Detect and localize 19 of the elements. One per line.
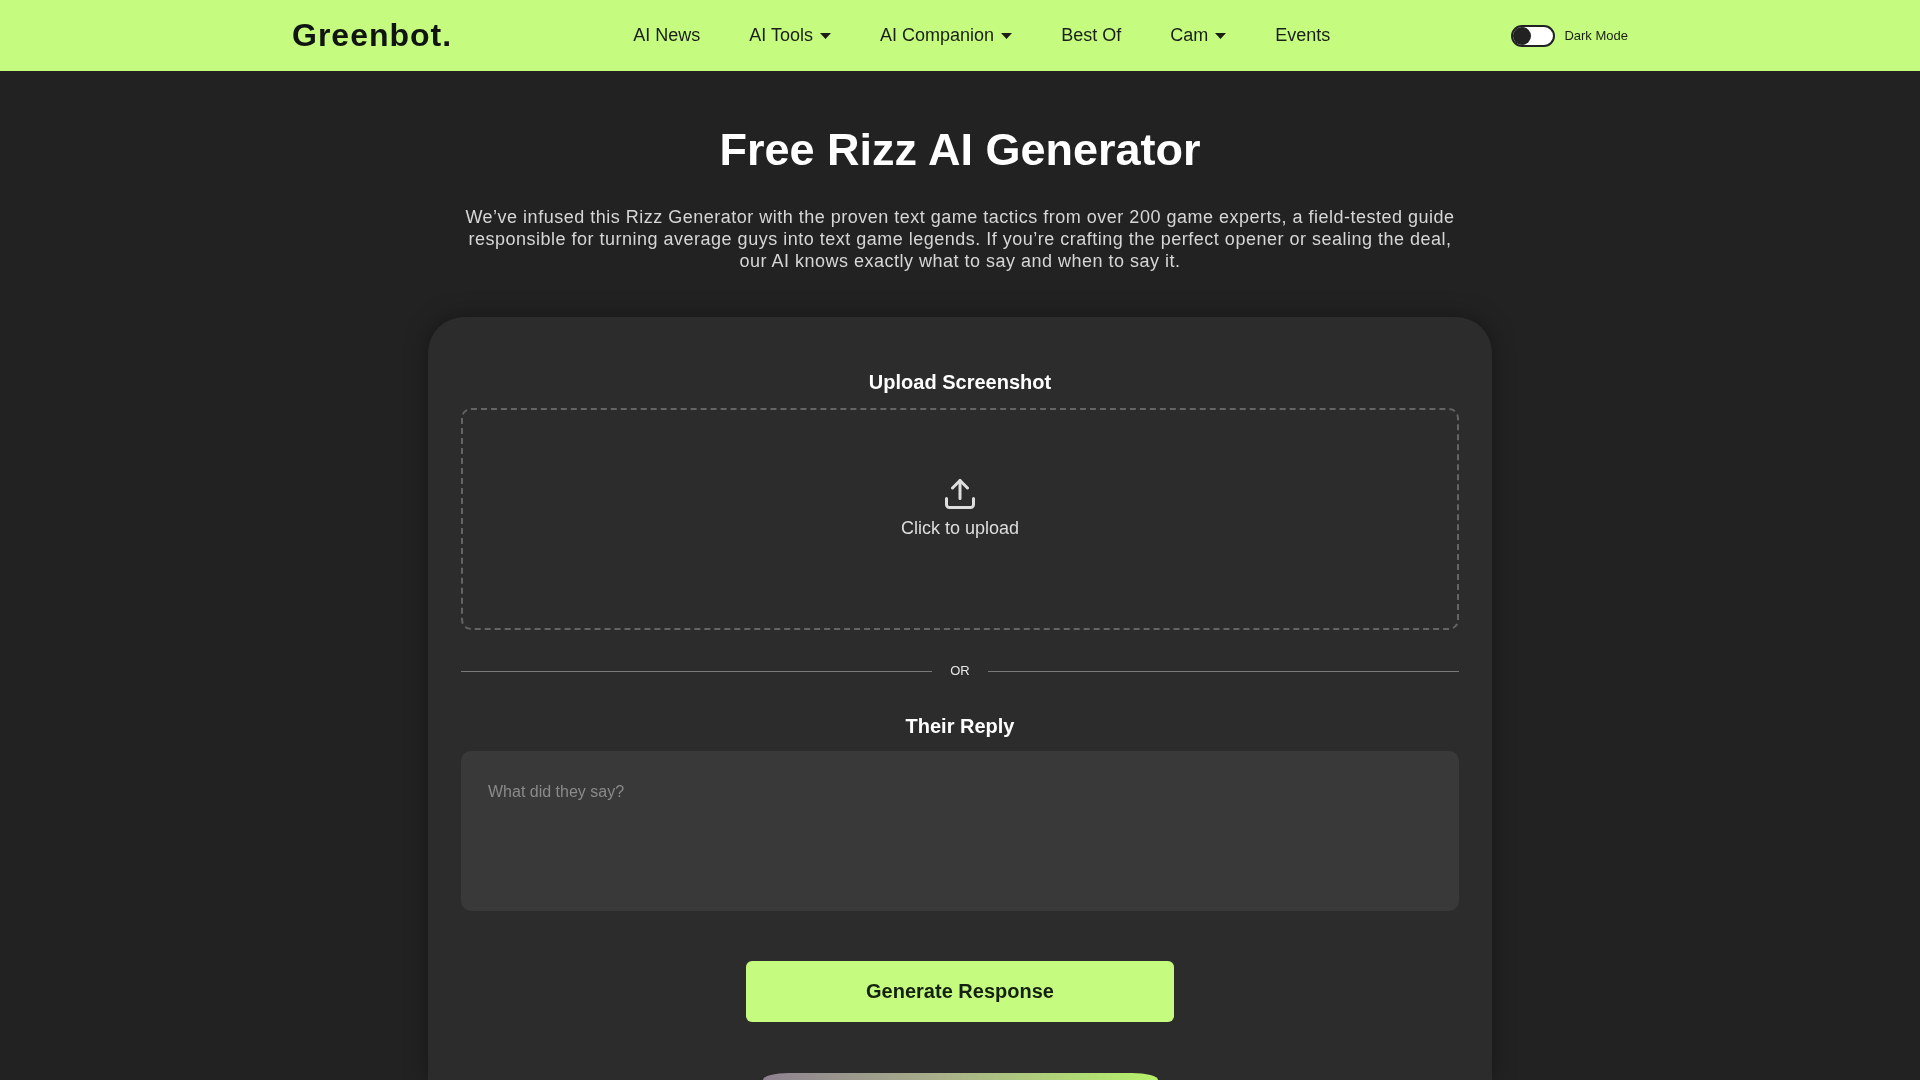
gradient-button[interactable] xyxy=(762,1073,1158,1080)
upload-heading: Upload Screenshot xyxy=(868,370,1052,394)
site-logo[interactable]: Greenbot. xyxy=(292,17,453,54)
divider-label: OR xyxy=(950,663,970,679)
toggle-label: Dark Mode xyxy=(1564,28,1628,43)
page-description: We’ve infused this Rizz Generator with the proven text game tactics from over 200 game experts, a field-tested guide responsible for turning average guys into text game legends. If you’re crafting the perfect opener or sealing the deal, our AI knows exactly what to say and when to say it. xyxy=(464,206,1456,272)
upload-dropzone[interactable]: Click to upload xyxy=(461,408,1459,630)
reply-heading: Their Reply xyxy=(905,714,1015,738)
nav-link[interactable]: AI News xyxy=(633,25,701,46)
nav-link[interactable]: AI Tools xyxy=(749,25,832,46)
nav-link[interactable]: AI Companion xyxy=(880,25,1013,46)
nav-link[interactable]: Events xyxy=(1275,25,1331,46)
dark-mode-toggle[interactable] xyxy=(1511,24,1556,47)
upload-icon xyxy=(945,479,975,509)
reply-field[interactable]: What did they say? xyxy=(461,751,1459,911)
nav-link[interactable]: Cam xyxy=(1170,25,1227,46)
nav-link[interactable]: Best Of xyxy=(1061,25,1122,46)
generate-button[interactable]: Generate Response xyxy=(746,961,1174,1022)
page-title: Free Rizz AI Generator xyxy=(719,124,1201,176)
